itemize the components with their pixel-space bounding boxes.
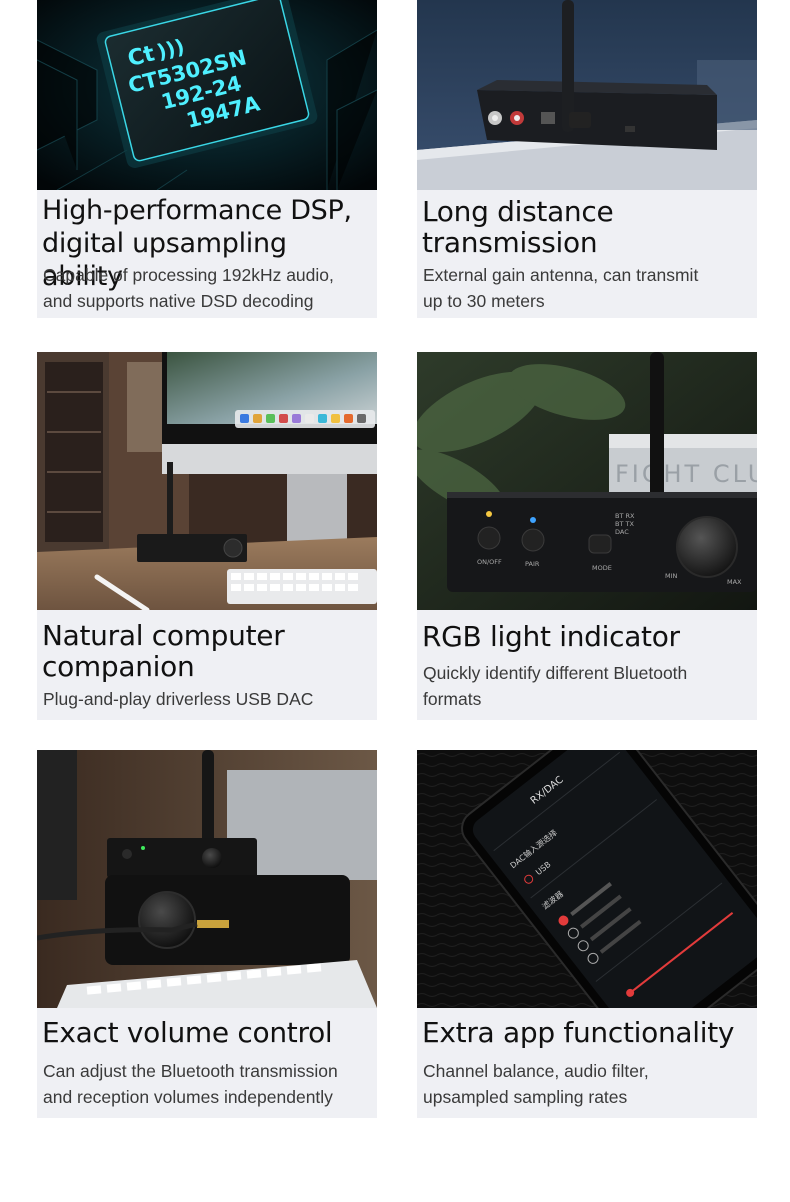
feature-description: Plug-and-play driverless USB DAC bbox=[43, 689, 314, 709]
feature-description: Can adjust the Bluetooth transmission an… bbox=[43, 1061, 338, 1107]
feature-description: External gain antenna, can transmit up t… bbox=[423, 265, 699, 311]
feature-title: Extra app functionality bbox=[422, 1016, 735, 1049]
feature-description: Channel balance, audio filter, upsampled… bbox=[423, 1061, 649, 1107]
svg-text:PAIR: PAIR bbox=[525, 560, 540, 568]
feature-card-app: RX/DAC DAC输入源选择 USB 滤波器 Extra app functi… bbox=[417, 750, 757, 1118]
volume-control-photo bbox=[37, 750, 377, 1008]
svg-text:ON/OFF: ON/OFF bbox=[477, 558, 502, 566]
dsp-chip-photo: Ct ))) CT5302SN 192-24 1947A bbox=[37, 0, 377, 190]
computer-desk-photo bbox=[37, 352, 377, 610]
svg-text:MODE: MODE bbox=[592, 564, 612, 572]
feature-title: RGB light indicator bbox=[422, 620, 680, 653]
svg-text:MIN: MIN bbox=[665, 572, 678, 580]
feature-title: Exact volume control bbox=[42, 1016, 333, 1049]
svg-text:MAX: MAX bbox=[727, 578, 742, 586]
feature-card-computer: Natural computer companion Plug-and-play… bbox=[37, 352, 377, 720]
antenna-device-photo bbox=[417, 0, 757, 190]
feature-description: Capable of processing 192kHz audio, and … bbox=[43, 265, 334, 311]
feature-card-rgb: FIGHT CLUB ON/OFF PAIR MODE BT RX BT TX … bbox=[417, 352, 757, 720]
svg-text:BT TX: BT TX bbox=[615, 520, 634, 528]
feature-card-antenna: Long distance transmission External gain… bbox=[417, 0, 757, 318]
svg-text:DAC: DAC bbox=[615, 528, 629, 536]
feature-title: Long distance transmission bbox=[422, 195, 614, 259]
app-phone-photo: RX/DAC DAC输入源选择 USB 滤波器 bbox=[417, 750, 757, 1008]
rgb-indicator-photo: FIGHT CLUB ON/OFF PAIR MODE BT RX BT TX … bbox=[417, 352, 757, 610]
feature-title: Natural computer companion bbox=[42, 619, 285, 683]
feature-description: Quickly identify different Bluetooth for… bbox=[423, 663, 688, 709]
book-title: FIGHT CLUB bbox=[615, 460, 757, 488]
feature-card-dsp: Ct ))) CT5302SN 192-24 1947A High-perfor… bbox=[37, 0, 377, 318]
feature-card-volume: Exact volume control Can adjust the Blue… bbox=[37, 750, 377, 1118]
svg-text:BT RX: BT RX bbox=[615, 512, 635, 520]
